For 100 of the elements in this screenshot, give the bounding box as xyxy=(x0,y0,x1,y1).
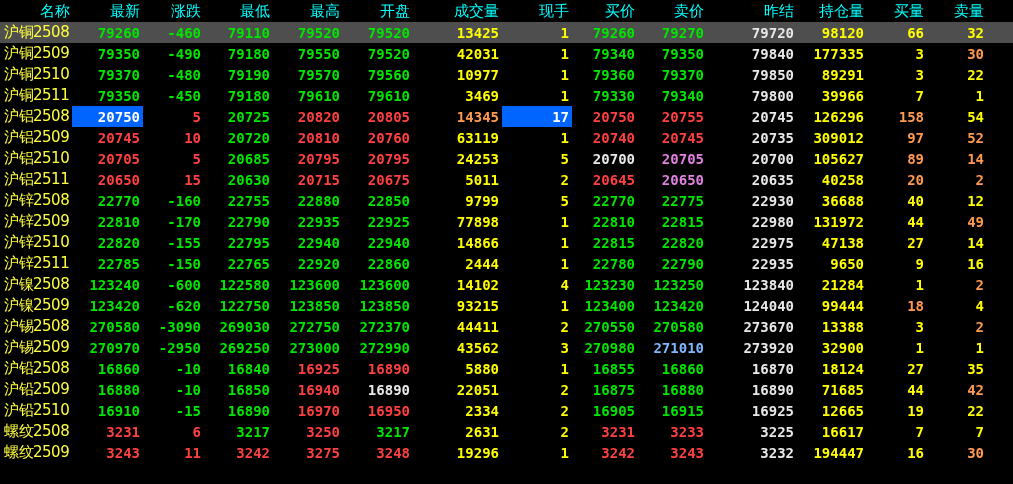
table-row[interactable]: 沪铜2509 79350 -490 79180 79550 79520 42031 1 79340 79350 79840 177335 3 30 xyxy=(0,43,1013,64)
table-cell: 20795 xyxy=(367,151,410,166)
table-row[interactable]: 沪铜2508 79260 -460 79110 79520 79520 13425 1 79260 79270 79720 98120 66 32 xyxy=(0,22,1013,43)
table-cell: 79720 xyxy=(751,25,794,40)
table-cell: -450 xyxy=(167,88,201,103)
table-row[interactable]: 沪镍2508 123240 -600 122580 123600 123600 14102 4 123230 123250 123840 21284 1 2 xyxy=(0,274,1013,295)
table-row[interactable]: 沪锡2509 270970 -2950 269250 273000 272990 43562 3 270980 271010 273920 32900 1 1 xyxy=(0,337,1013,358)
table-cell: 270980 xyxy=(584,340,635,355)
table-cell: 20795 xyxy=(297,151,340,166)
column-header[interactable]: 最新 xyxy=(72,1,143,21)
column-header[interactable]: 名称 xyxy=(0,1,72,21)
column-header[interactable]: 持仓量 xyxy=(797,1,867,21)
table-cell: -160 xyxy=(167,193,201,208)
table-cell: 22790 xyxy=(227,214,270,229)
table-cell: 5 xyxy=(192,109,201,124)
table-cell: 42 xyxy=(967,382,984,397)
column-header[interactable]: 涨跌 xyxy=(143,1,204,21)
column-header[interactable]: 买量 xyxy=(867,1,927,21)
table-row[interactable]: 沪铝2511 20650 15 20630 20715 20675 5011 2 20645 20650 20635 40258 20 2 xyxy=(0,169,1013,190)
table-row[interactable]: 沪铅2508 16860 -10 16840 16925 16890 5880 1 16855 16860 16870 18124 27 35 xyxy=(0,358,1013,379)
table-cell: 272370 xyxy=(359,319,410,334)
table-cell: 14866 xyxy=(456,235,499,250)
table-cell: 63119 xyxy=(456,130,499,145)
column-header[interactable]: 买价 xyxy=(572,1,638,21)
table-cell: 16870 xyxy=(751,361,794,376)
table-cell: 22940 xyxy=(297,235,340,250)
table-cell: 16840 xyxy=(227,361,270,376)
column-header[interactable]: 最低 xyxy=(204,1,273,21)
table-cell: 7 xyxy=(975,424,984,439)
table-cell: 22935 xyxy=(297,214,340,229)
column-header[interactable]: 卖量 xyxy=(927,1,987,21)
table-cell: 20755 xyxy=(661,109,704,124)
contract-name: 沪锌2509 xyxy=(4,214,70,229)
column-header[interactable]: 成交量 xyxy=(413,1,502,21)
table-cell: 79350 xyxy=(661,46,704,61)
table-cell: 123400 xyxy=(584,298,635,313)
table-cell: 16915 xyxy=(661,403,704,418)
column-header[interactable]: 昨结 xyxy=(707,1,797,21)
table-row[interactable]: 沪锌2511 22785 -150 22765 22920 22860 2444 1 22780 22790 22935 9650 9 16 xyxy=(0,253,1013,274)
table-cell: 79520 xyxy=(367,46,410,61)
table-cell: 79110 xyxy=(227,25,270,40)
table-cell: 16925 xyxy=(751,403,794,418)
contract-name: 螺纹2509 xyxy=(4,445,70,460)
column-header[interactable]: 开盘 xyxy=(343,1,413,21)
table-cell: 16860 xyxy=(661,361,704,376)
column-header[interactable]: 卖价 xyxy=(638,1,707,21)
table-cell: 20750 xyxy=(592,109,635,124)
contract-name: 沪铝2511 xyxy=(4,172,70,187)
table-cell: 14 xyxy=(967,151,984,166)
table-cell: 22 xyxy=(967,403,984,418)
table-cell: 20675 xyxy=(367,172,410,187)
table-row[interactable]: 沪铜2510 79370 -480 79190 79570 79560 10977 1 79360 79370 79850 89291 3 22 xyxy=(0,64,1013,85)
table-cell: 16890 xyxy=(227,403,270,418)
table-cell: 40258 xyxy=(821,172,864,187)
table-cell: 22785 xyxy=(97,256,140,271)
column-header[interactable]: 现手 xyxy=(502,1,572,21)
table-row[interactable]: 沪锌2509 22810 -170 22790 22935 22925 77898 1 22810 22815 22980 131972 44 49 xyxy=(0,211,1013,232)
table-cell: 79520 xyxy=(367,25,410,40)
table-row[interactable]: 沪铝2509 20745 10 20720 20810 20760 63119 1 20740 20745 20735 309012 97 52 xyxy=(0,127,1013,148)
table-cell: 35 xyxy=(967,361,984,376)
table-cell: 20700 xyxy=(592,151,635,166)
table-row[interactable]: 沪铝2510 20705 5 20685 20795 20795 24253 5 20700 20705 20700 105627 89 14 xyxy=(0,148,1013,169)
table-row[interactable]: 沪铝2508 20750 5 20725 20820 20805 14345 17 20750 20755 20745 126296 158 54 xyxy=(0,106,1013,127)
table-cell: 309012 xyxy=(813,130,864,145)
table-cell: 1 xyxy=(560,361,569,376)
table-cell: 22975 xyxy=(751,235,794,250)
table-cell: 9799 xyxy=(465,193,499,208)
table-row[interactable]: 沪铅2510 16910 -15 16890 16970 16950 2334 2 16905 16915 16925 12665 19 22 xyxy=(0,400,1013,421)
table-cell: 3250 xyxy=(306,424,340,439)
table-cell: 20740 xyxy=(592,130,635,145)
table-cell: 5 xyxy=(560,151,569,166)
table-cell: 1 xyxy=(560,298,569,313)
column-header[interactable]: 最高 xyxy=(273,1,343,21)
table-cell: 269030 xyxy=(219,319,270,334)
table-cell: 22880 xyxy=(297,193,340,208)
contract-name: 沪铝2508 xyxy=(4,109,70,124)
table-cell: 16880 xyxy=(97,382,140,397)
table-cell: 105627 xyxy=(813,151,864,166)
table-cell: 22930 xyxy=(751,193,794,208)
table-cell: -10 xyxy=(175,361,201,376)
table-cell: 99444 xyxy=(821,298,864,313)
table-cell: 9 xyxy=(915,256,924,271)
table-cell: 22770 xyxy=(97,193,140,208)
table-cell: 79800 xyxy=(751,88,794,103)
table-cell: 16855 xyxy=(592,361,635,376)
table-cell: 123840 xyxy=(743,277,794,292)
table-row[interactable]: 沪镍2509 123420 -620 122750 123850 123850 93215 1 123400 123420 124040 99444 18 4 xyxy=(0,295,1013,316)
table-cell: 9650 xyxy=(830,256,864,271)
table-row[interactable]: 螺纹2508 3231 6 3217 3250 3217 2631 2 3231 3233 3225 16617 7 7 xyxy=(0,421,1013,442)
table-row[interactable]: 沪锌2510 22820 -155 22795 22940 22940 14866 1 22815 22820 22975 47138 27 14 xyxy=(0,232,1013,253)
table-row[interactable]: 沪锡2508 270580 -3090 269030 272750 272370 44411 2 270550 270580 273670 13388 3 2 xyxy=(0,316,1013,337)
table-cell: 30 xyxy=(967,46,984,61)
table-row[interactable]: 沪铜2511 79350 -450 79180 79610 79610 3469 1 79330 79340 79800 39966 7 1 xyxy=(0,85,1013,106)
table-cell: 2 xyxy=(560,382,569,397)
table-row[interactable]: 沪铅2509 16880 -10 16850 16940 16890 22051 2 16875 16880 16890 71685 44 42 xyxy=(0,379,1013,400)
table-cell: 20720 xyxy=(227,130,270,145)
table-row[interactable]: 沪锌2508 22770 -160 22755 22880 22850 9799 5 22770 22775 22930 36688 40 12 xyxy=(0,190,1013,211)
table-cell: 22940 xyxy=(367,235,410,250)
table-row[interactable]: 螺纹2509 3243 11 3242 3275 3248 19296 1 3242 3243 3232 194447 16 30 xyxy=(0,442,1013,463)
table-cell: 16890 xyxy=(367,361,410,376)
